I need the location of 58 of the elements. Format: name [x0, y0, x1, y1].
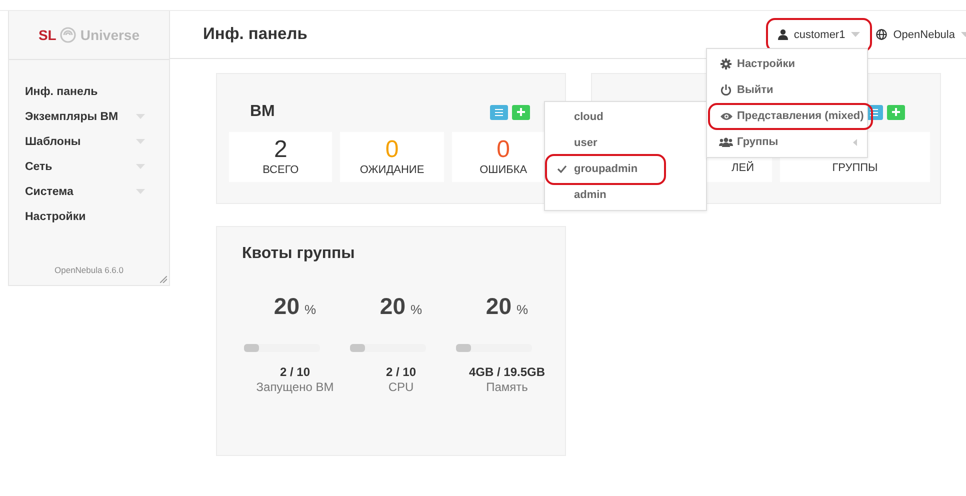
sidebar-item[interactable]: Инф. панель	[25, 86, 98, 98]
page-title: Инф. панель	[203, 25, 308, 44]
resize-grip-icon	[160, 276, 167, 283]
add-button[interactable]	[512, 104, 530, 120]
percent-unit: %	[516, 302, 528, 317]
list-icon	[495, 108, 503, 116]
sidebar-item[interactable]: Сеть	[25, 160, 52, 172]
view-option[interactable]: user	[574, 137, 598, 149]
quota-usage: 2 / 10	[386, 365, 416, 379]
plus-icon	[517, 108, 525, 116]
stat-value: 0	[385, 138, 399, 162]
gear-icon	[720, 58, 732, 70]
logo-swirl-icon	[60, 27, 76, 43]
stat-label: ОШИБКА	[480, 164, 528, 176]
quota-percent: 20	[380, 293, 406, 320]
menu-item[interactable]: Выйти	[737, 84, 774, 96]
power-icon	[720, 84, 732, 96]
stat-label: ОЖИДАНИЕ	[360, 164, 424, 176]
user-menu-button[interactable]: customer1	[772, 20, 866, 50]
view-option[interactable]: cloud	[574, 111, 604, 123]
list-icon	[870, 108, 878, 116]
quota-usage: 4GB / 19.5GB	[468, 365, 546, 379]
view-option[interactable]: groupadmin	[574, 163, 638, 175]
stat-label: ВСЕГО	[262, 164, 299, 176]
sidebar-item[interactable]: Экземпляры ВМ	[25, 110, 118, 122]
quota-usage: 2 / 10	[280, 365, 310, 379]
menu-item[interactable]: Представления (mixed)	[737, 110, 864, 122]
logo-brand: SL	[38, 27, 56, 43]
caret-down-icon	[851, 32, 860, 37]
zone-menu-button[interactable]: OpenNebula	[870, 20, 966, 50]
globe-icon	[876, 29, 888, 40]
card-title: ВМ	[250, 103, 275, 121]
menu-item[interactable]: Группы	[737, 136, 778, 148]
menu-item[interactable]: Настройки	[737, 58, 796, 70]
view-option[interactable]: admin	[574, 189, 606, 201]
stat-label: ЛЕЙ	[732, 162, 754, 174]
logo-name: Universe	[80, 27, 140, 43]
stat-label: ГРУППЫ	[832, 162, 878, 174]
user-icon	[778, 29, 788, 40]
percent-unit: %	[304, 302, 316, 317]
stat-value: 2	[274, 138, 288, 162]
sidebar-item[interactable]: Настройки	[25, 210, 86, 222]
sidebar-item[interactable]: Система	[25, 186, 74, 198]
stat-value: 0	[496, 138, 510, 162]
sidebar-item[interactable]: Шаблоны	[25, 136, 81, 148]
quota-percent: 20	[486, 293, 512, 320]
users-icon	[719, 137, 733, 147]
percent-unit: %	[410, 302, 422, 317]
card-title: Квоты группы	[242, 245, 356, 263]
version-label: OpenNebula 6.6.0	[54, 265, 124, 275]
quota-label: CPU	[387, 379, 415, 395]
add-button[interactable]	[887, 104, 905, 120]
quota-percent: 20	[274, 293, 300, 320]
quota-label: Память	[485, 379, 529, 395]
eye-icon	[720, 112, 732, 120]
quota-label: Запущено ВМ	[255, 379, 335, 395]
list-view-button[interactable]	[490, 104, 508, 120]
plus-icon	[892, 108, 900, 116]
